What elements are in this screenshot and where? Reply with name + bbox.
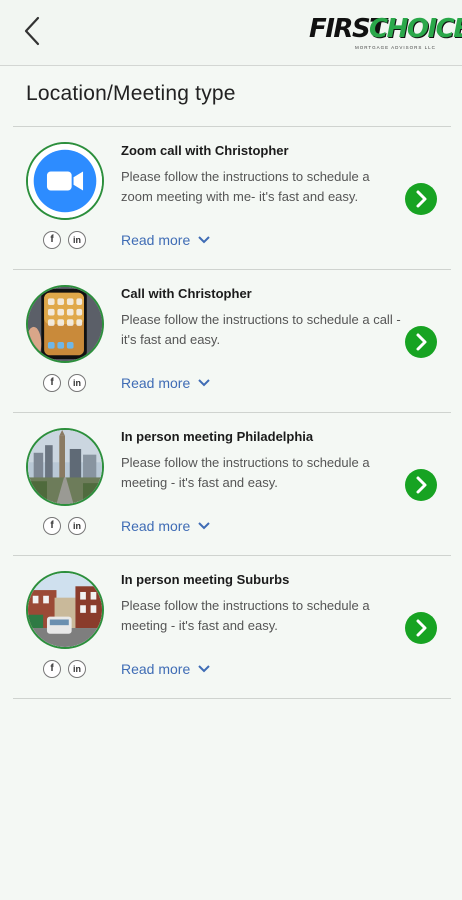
- philadelphia-skyline-photo: [26, 428, 104, 506]
- read-more-label: Read more: [121, 232, 191, 248]
- back-button[interactable]: [20, 14, 50, 48]
- divider: [13, 698, 451, 699]
- read-more-label: Read more: [121, 518, 191, 534]
- meeting-card-suburbs: f in In person meeting Suburbs Please fo…: [13, 556, 451, 698]
- chevron-down-icon: [198, 379, 210, 387]
- chevron-right-icon: [416, 333, 427, 351]
- meeting-title: Zoom call with Christopher: [121, 143, 289, 158]
- chevron-right-icon: [416, 476, 427, 494]
- facebook-icon[interactable]: f: [43, 660, 61, 678]
- meeting-description: Please follow the instructions to schedu…: [121, 312, 401, 347]
- select-meeting-button[interactable]: [405, 326, 437, 358]
- chevron-left-icon: [24, 16, 40, 46]
- meeting-description: Please follow the instructions to schedu…: [121, 169, 370, 204]
- read-more-link[interactable]: Read more: [121, 375, 210, 391]
- chevron-down-icon: [198, 665, 210, 673]
- select-meeting-button[interactable]: [405, 612, 437, 644]
- facebook-icon[interactable]: f: [43, 231, 61, 249]
- meeting-description: Please follow the instructions to schedu…: [121, 455, 370, 490]
- facebook-icon[interactable]: f: [43, 517, 61, 535]
- select-meeting-button[interactable]: [405, 469, 437, 501]
- first-choice-logo: FIRST CHOICE MORTGAGE ADVISORS LLC: [305, 12, 462, 54]
- chevron-right-icon: [416, 619, 427, 637]
- logo-word-choice: CHOICE: [369, 14, 462, 44]
- meeting-card-call: f in Call with Christopher Please follow…: [13, 270, 451, 412]
- linkedin-icon[interactable]: in: [68, 517, 86, 535]
- facebook-icon[interactable]: f: [43, 374, 61, 392]
- read-more-link[interactable]: Read more: [121, 232, 210, 248]
- read-more-link[interactable]: Read more: [121, 518, 210, 534]
- app-header: FIRST CHOICE MORTGAGE ADVISORS LLC: [0, 0, 462, 66]
- meeting-title: In person meeting Philadelphia: [121, 429, 314, 444]
- page-title: Location/Meeting type: [26, 82, 236, 105]
- read-more-label: Read more: [121, 661, 191, 677]
- meeting-title: In person meeting Suburbs: [121, 572, 290, 587]
- chevron-down-icon: [198, 236, 210, 244]
- chevron-down-icon: [198, 522, 210, 530]
- zoom-logo-icon: [26, 142, 104, 220]
- suburb-street-photo: [26, 571, 104, 649]
- smartphone-photo: [26, 285, 104, 363]
- meeting-type-list: f in Zoom call with Christopher Please f…: [13, 126, 451, 699]
- linkedin-icon[interactable]: in: [68, 374, 86, 392]
- meeting-title: Call with Christopher: [121, 286, 252, 301]
- linkedin-icon[interactable]: in: [68, 660, 86, 678]
- read-more-label: Read more: [121, 375, 191, 391]
- meeting-description: Please follow the instructions to schedu…: [121, 598, 370, 633]
- logo-tagline: MORTGAGE ADVISORS LLC: [355, 45, 436, 50]
- meeting-card-philadelphia: f in In person meeting Philadelphia Plea…: [13, 413, 451, 555]
- read-more-link[interactable]: Read more: [121, 661, 210, 677]
- select-meeting-button[interactable]: [405, 183, 437, 215]
- meeting-card-zoom: f in Zoom call with Christopher Please f…: [13, 127, 451, 269]
- linkedin-icon[interactable]: in: [68, 231, 86, 249]
- chevron-right-icon: [416, 190, 427, 208]
